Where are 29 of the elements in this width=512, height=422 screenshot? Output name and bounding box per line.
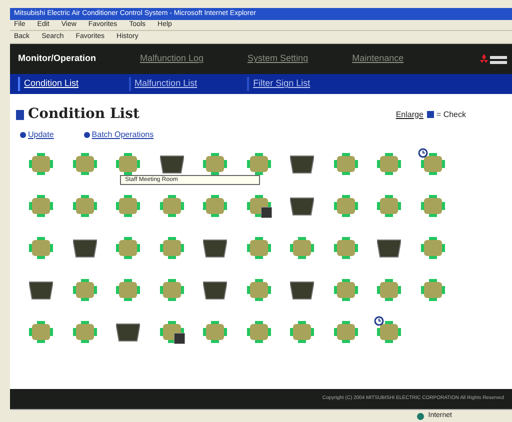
bullet-icon xyxy=(84,132,90,138)
legend-label: = Check xyxy=(436,108,466,120)
indoor-unit-icon[interactable] xyxy=(116,321,140,343)
indoor-unit-icon[interactable] xyxy=(29,279,53,301)
indoor-unit-icon[interactable] xyxy=(290,279,314,301)
sub-nav-link[interactable]: Malfunction List xyxy=(128,77,198,91)
page-title: Condition List xyxy=(28,105,140,124)
sub-nav-link[interactable]: Filter Sign List xyxy=(247,77,310,91)
action-link[interactable]: Batch Operations xyxy=(84,129,154,141)
indoor-unit-icon[interactable] xyxy=(203,237,227,259)
header-tab[interactable]: Maintenance xyxy=(352,52,404,66)
indoor-unit-icon[interactable] xyxy=(203,279,227,301)
indoor-unit-icon[interactable] xyxy=(377,321,401,343)
enlarge-link[interactable]: Enlarge xyxy=(396,108,424,120)
globe-icon xyxy=(417,412,424,420)
action-link[interactable]: Update xyxy=(20,129,54,141)
title-square-icon xyxy=(16,110,24,120)
header-tab[interactable]: Malfunction Log xyxy=(140,52,204,66)
indoor-unit-icon[interactable] xyxy=(420,153,444,175)
indoor-unit-icon[interactable] xyxy=(377,237,401,259)
indoor-unit-icon[interactable] xyxy=(290,195,314,217)
sub-nav-link[interactable]: Condition List xyxy=(18,77,79,91)
check-square-icon xyxy=(427,111,434,118)
header-tab[interactable]: Monitor/Operation xyxy=(18,52,96,66)
header-tab[interactable]: System Setting xyxy=(248,52,308,66)
bullet-icon xyxy=(20,132,26,138)
logo-icon xyxy=(478,54,508,66)
indoor-unit-icon[interactable] xyxy=(290,153,314,175)
indoor-unit-icon[interactable] xyxy=(72,237,96,259)
